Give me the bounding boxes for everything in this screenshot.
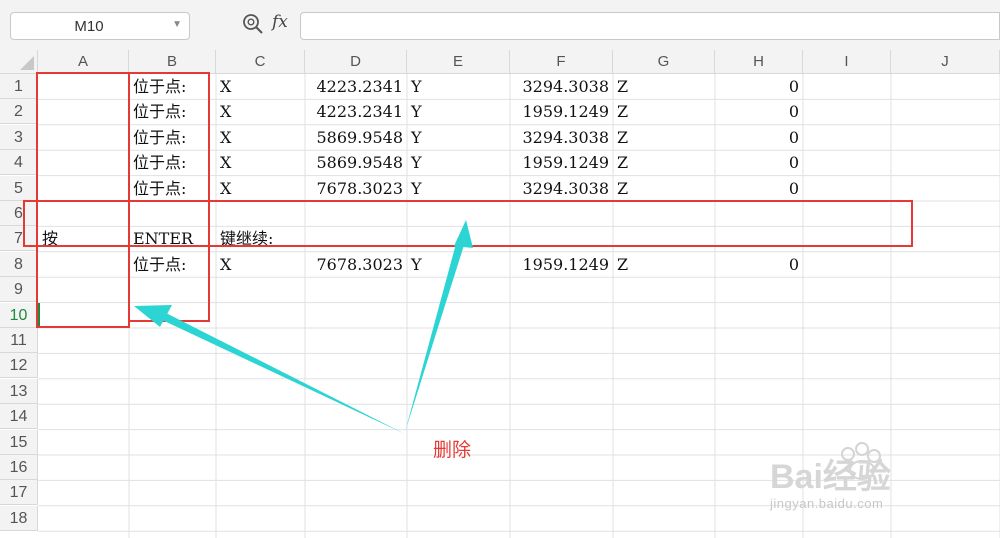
row-header-5[interactable]: 5: [0, 175, 38, 201]
cell-b8[interactable]: 位于点:: [133, 252, 186, 277]
row-header-9[interactable]: 9: [0, 277, 38, 303]
cell-g1[interactable]: Z: [617, 74, 628, 99]
row-header-12[interactable]: 12: [0, 353, 38, 379]
column-header-i[interactable]: I: [803, 50, 891, 74]
name-box[interactable]: M10 ▼: [10, 12, 190, 40]
row-header-18[interactable]: 18: [0, 505, 38, 531]
cell-e5[interactable]: Y: [411, 176, 422, 201]
row-header-17[interactable]: 17: [0, 480, 38, 506]
cell-a7[interactable]: 按: [42, 226, 58, 251]
row-header-1[interactable]: 1: [0, 74, 38, 99]
cell-h5[interactable]: 0: [715, 176, 799, 201]
cell-d3[interactable]: 5869.9548: [305, 125, 403, 150]
formula-bar: M10 ▼ fx: [0, 0, 1000, 50]
cell-b1[interactable]: 位于点:: [133, 74, 186, 99]
svg-text:Bai经验: Bai经验: [770, 457, 891, 496]
row-header-2[interactable]: 2: [0, 99, 38, 125]
baidu-logo: Bai经验: [770, 442, 891, 496]
cell-c4[interactable]: X: [220, 150, 231, 175]
cell-e4[interactable]: Y: [411, 150, 422, 175]
select-all-corner[interactable]: [0, 50, 38, 74]
row-header-7[interactable]: 7: [0, 226, 38, 252]
cell-b7[interactable]: ENTER: [133, 226, 193, 251]
cell-g8[interactable]: Z: [617, 252, 628, 277]
cell-d1[interactable]: 4223.2341: [305, 74, 403, 99]
column-header-f[interactable]: F: [510, 50, 613, 74]
name-box-value: M10: [74, 18, 104, 35]
cell-b2[interactable]: 位于点:: [133, 99, 186, 124]
delete-annotation-label: 删除: [433, 440, 472, 461]
row-header-15[interactable]: 15: [0, 429, 38, 455]
cell-g4[interactable]: Z: [617, 150, 628, 175]
row-header-4[interactable]: 4: [0, 150, 38, 176]
cell-g5[interactable]: Z: [617, 176, 628, 201]
cell-e2[interactable]: Y: [411, 99, 422, 124]
column-header-d[interactable]: D: [305, 50, 407, 74]
cell-c8[interactable]: X: [220, 252, 231, 277]
cell-d8[interactable]: 7678.3023: [305, 252, 403, 277]
chevron-down-icon[interactable]: ▼: [172, 19, 182, 30]
cell-d4[interactable]: 5869.9548: [305, 150, 403, 175]
row-header-13[interactable]: 13: [0, 378, 38, 404]
cell-c2[interactable]: X: [220, 99, 231, 124]
cell-c5[interactable]: X: [220, 176, 231, 201]
cell-h4[interactable]: 0: [715, 150, 799, 175]
cell-b3[interactable]: 位于点:: [133, 125, 186, 150]
cell-h1[interactable]: 0: [715, 74, 799, 99]
cell-e8[interactable]: Y: [411, 252, 422, 277]
cell-h3[interactable]: 0: [715, 125, 799, 150]
cell-f5[interactable]: 3294.3038: [510, 176, 609, 201]
cell-b5[interactable]: 位于点:: [133, 176, 186, 201]
watermark-url: jingyan.baidu.com: [770, 496, 884, 511]
cell-f8[interactable]: 1959.1249: [510, 252, 609, 277]
cell-g2[interactable]: Z: [617, 99, 628, 124]
formula-input[interactable]: [300, 12, 1000, 40]
row-header-6[interactable]: 6: [0, 201, 38, 226]
row-header-14[interactable]: 14: [0, 404, 38, 430]
active-row-marker: [38, 302, 40, 328]
row-header-11[interactable]: 11: [0, 328, 38, 353]
cell-f4[interactable]: 1959.1249: [510, 150, 609, 175]
cell-c7[interactable]: 键继续:: [220, 226, 273, 251]
column-header-h[interactable]: H: [715, 50, 803, 74]
row-header-10[interactable]: 10: [0, 302, 38, 328]
cell-e3[interactable]: Y: [411, 125, 422, 150]
corner-triangle-icon: [20, 56, 34, 70]
cell-f1[interactable]: 3294.3038: [510, 74, 609, 99]
cell-h8[interactable]: 0: [715, 252, 799, 277]
cell-d2[interactable]: 4223.2341: [305, 99, 403, 124]
cell-f3[interactable]: 3294.3038: [510, 125, 609, 150]
cell-d5[interactable]: 7678.3023: [305, 176, 403, 201]
fx-icon[interactable]: fx: [272, 12, 288, 32]
cell-e1[interactable]: Y: [411, 74, 422, 99]
column-header-e[interactable]: E: [407, 50, 510, 74]
row-header-8[interactable]: 8: [0, 251, 38, 277]
row-header-3[interactable]: 3: [0, 124, 38, 150]
cell-c3[interactable]: X: [220, 125, 231, 150]
column-header-c[interactable]: C: [216, 50, 305, 74]
column-header-a[interactable]: A: [38, 50, 129, 74]
cell-g3[interactable]: Z: [617, 125, 628, 150]
cell-b4[interactable]: 位于点:: [133, 150, 186, 175]
cell-h2[interactable]: 0: [715, 99, 799, 124]
row-header-16[interactable]: 16: [0, 455, 38, 480]
zoom-icon[interactable]: [242, 13, 264, 35]
column-header-j[interactable]: J: [891, 50, 1000, 74]
cell-f2[interactable]: 1959.1249: [510, 99, 609, 124]
cell-c1[interactable]: X: [220, 74, 231, 99]
column-header-g[interactable]: G: [613, 50, 715, 74]
column-header-b[interactable]: B: [129, 50, 216, 74]
